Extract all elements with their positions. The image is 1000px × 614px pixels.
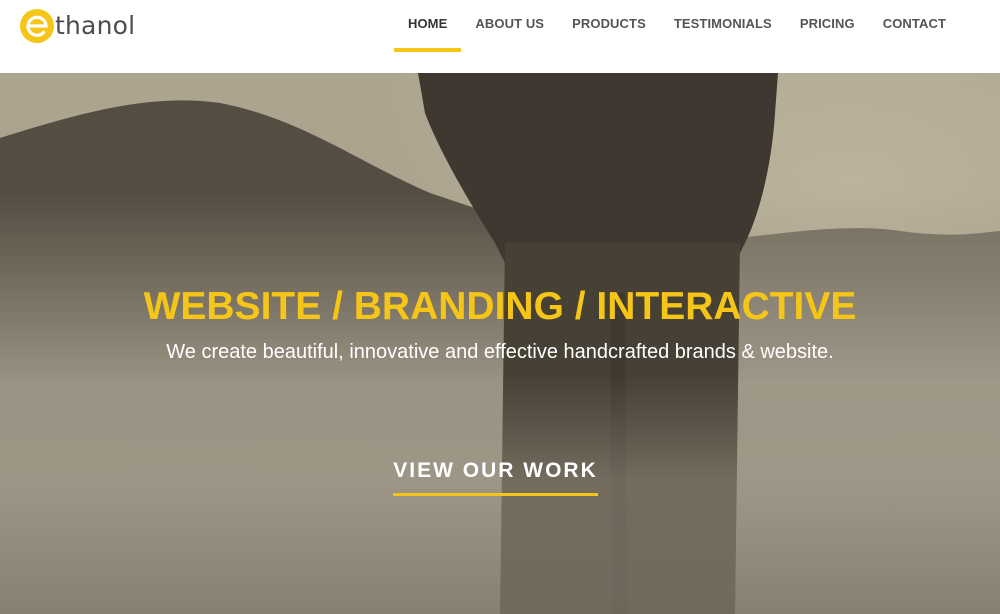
hero-subline: We create beautiful, innovative and effe… [166, 341, 834, 363]
nav-item-pricing[interactable]: PRICING [786, 0, 869, 73]
hero-section: WEBSITE / BRANDING / INTERACTIVE We crea… [0, 73, 1000, 614]
nav-item-label: TESTIMONIALS [673, 16, 772, 31]
nav-item-contact[interactable]: CONTACT [869, 0, 960, 73]
logo-text: thanol [55, 11, 136, 40]
nav-item-label: ABOUT US [475, 16, 545, 31]
view-our-work-button[interactable]: VIEW OUR WORK [393, 459, 598, 496]
nav-item-products[interactable]: PRODUCTS [558, 0, 660, 73]
logo-e-icon [20, 9, 54, 43]
logo[interactable]: thanol [20, 9, 135, 43]
nav-item-label: PRODUCTS [572, 16, 646, 31]
nav-item-home[interactable]: HOME [393, 0, 462, 73]
nav-item-label: PRICING [799, 16, 855, 31]
active-nav-underline [393, 48, 462, 52]
hero-headline: WEBSITE / BRANDING / INTERACTIVE [143, 285, 857, 328]
site-header: thanol HOME ABOUT US PRODUCTS TESTIMONIA… [0, 0, 1000, 73]
main-nav: HOME ABOUT US PRODUCTS TESTIMONIALS PRIC… [393, 0, 960, 73]
nav-item-about-us[interactable]: ABOUT US [461, 0, 558, 73]
nav-item-testimonials[interactable]: TESTIMONIALS [660, 0, 786, 73]
nav-item-label: CONTACT [882, 16, 946, 31]
nav-item-label: HOME [407, 16, 448, 31]
